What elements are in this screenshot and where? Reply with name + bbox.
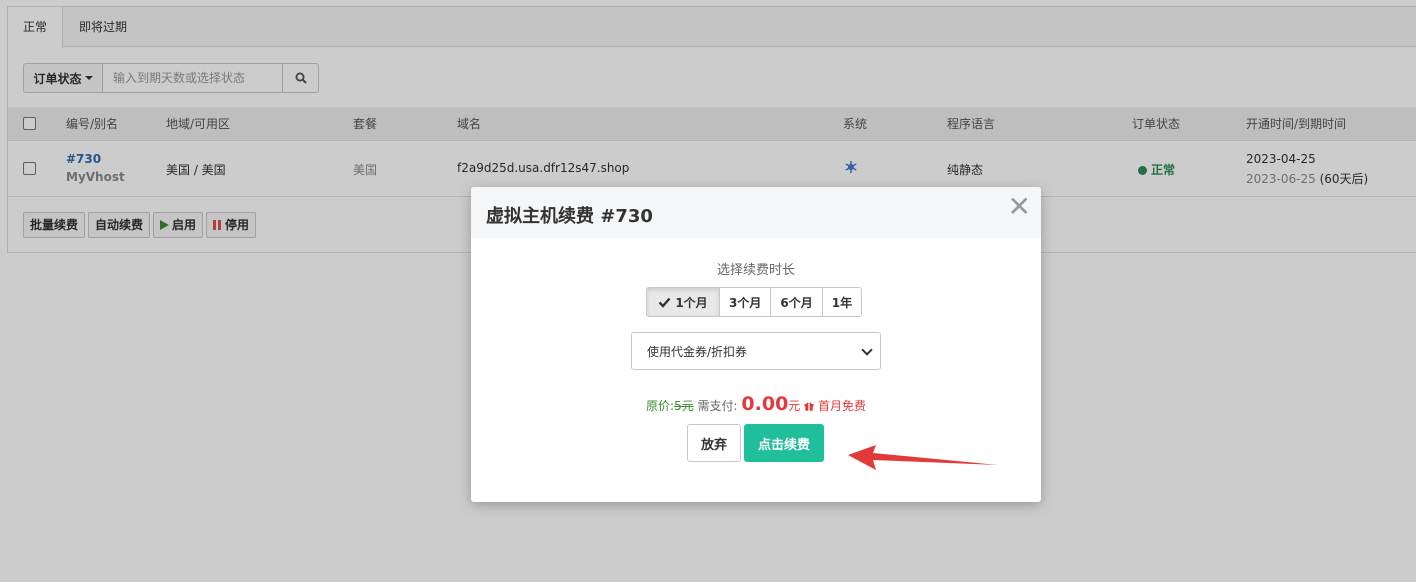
original-price-value: 5元 xyxy=(674,399,694,413)
price-summary: 原价:5元 需支付: 0.00元 首月免费 xyxy=(471,393,1041,415)
pay-unit: 元 xyxy=(788,399,801,413)
original-price-label: 原价: xyxy=(646,399,675,413)
duration-option-1-month[interactable]: 1个月 xyxy=(646,287,720,317)
modal-title: 虚拟主机续费 #730 xyxy=(486,206,653,227)
gift-icon xyxy=(804,402,814,411)
close-icon[interactable]: ✕ xyxy=(1008,193,1031,221)
chevron-down-icon xyxy=(861,344,873,356)
duration-label-1-month: 1个月 xyxy=(675,295,708,310)
check-icon xyxy=(658,297,671,308)
cancel-button[interactable]: 放弃 xyxy=(687,424,741,462)
confirm-renew-button[interactable]: 点击续费 xyxy=(744,424,824,462)
pay-label: 需支付: xyxy=(697,399,738,413)
duration-option-1-year[interactable]: 1年 xyxy=(821,287,863,317)
modal-actions: 放弃 点击续费 xyxy=(687,424,824,462)
annotation-arrow-icon xyxy=(848,445,998,470)
promo-text: 首月免费 xyxy=(817,399,866,413)
duration-option-3-months[interactable]: 3个月 xyxy=(719,287,772,317)
modal-header: 虚拟主机续费 #730 ✕ xyxy=(471,187,1041,238)
duration-label: 选择续费时长 xyxy=(716,263,795,278)
coupon-select-value: 使用代金券/折扣券 xyxy=(647,344,748,359)
pay-amount: 0.00 xyxy=(741,393,789,415)
duration-selector: 1个月 3个月 6个月 1年 xyxy=(646,287,863,317)
coupon-select[interactable]: 使用代金券/折扣券 xyxy=(631,332,881,370)
duration-option-6-months[interactable]: 6个月 xyxy=(770,287,823,317)
promo-badge: 首月免费 xyxy=(804,399,866,413)
